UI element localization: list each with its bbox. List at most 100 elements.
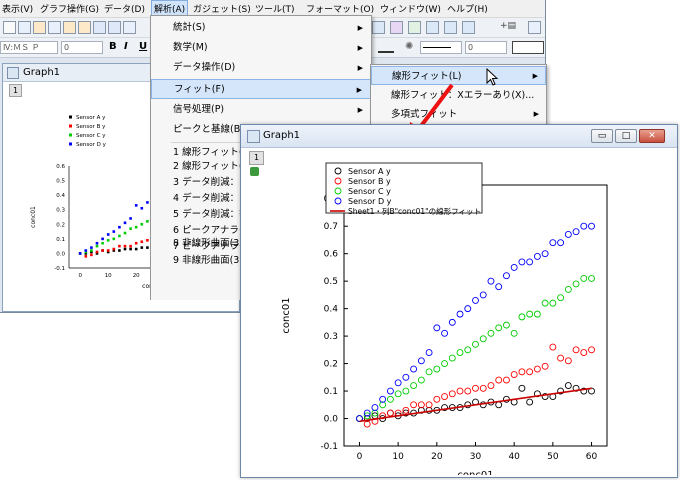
data-point (588, 346, 595, 354)
data-point (502, 376, 510, 384)
data-point (541, 299, 549, 307)
bg-legend-label: Sensor A y (76, 115, 106, 121)
y-tick-label: -0.1 (320, 442, 338, 452)
data-point (510, 263, 518, 271)
bg-data-point (95, 244, 99, 248)
data-point (549, 343, 557, 351)
add-column-icon[interactable]: +▤ (500, 21, 516, 34)
submenu-arrow-icon: ▶ (532, 72, 538, 80)
bg-data-point (118, 249, 121, 252)
recent-item-9[interactable]: 9 非線形曲面(3D) (173, 252, 250, 266)
menu-item-data-manipulation[interactable]: データ操作(D) ▶ (151, 58, 371, 78)
bg-data-point (140, 246, 144, 249)
data-point (448, 354, 456, 362)
graph-window[interactable]: Graph1 ▭ □ ✕ 1 0 10 20 30 40 50 60 -0.1 0.0 0.1 0.… (240, 124, 678, 478)
layer-icon[interactable] (390, 21, 403, 34)
menu-data[interactable]: データ(D) (104, 2, 145, 15)
submenu-arrow-icon: ▶ (356, 86, 362, 94)
open-icon[interactable] (63, 21, 76, 34)
minimize-button[interactable]: ▭ (591, 129, 613, 143)
bg-data-point (146, 246, 149, 249)
bg-data-point (129, 217, 132, 220)
maximize-button[interactable]: □ (615, 129, 637, 143)
pattern-icon[interactable]: ✺ (405, 41, 413, 52)
menu-gadget[interactable]: ガジェット(S) (193, 2, 251, 15)
fill-color-swatch[interactable] (512, 41, 544, 54)
window-icon[interactable] (444, 21, 457, 34)
bg-legend-marker (69, 115, 72, 119)
menu-item-mathematics[interactable]: 数学(M) ▶ (151, 38, 371, 58)
data-point (448, 318, 456, 326)
menu-format[interactable]: フォーマット(O) (306, 2, 374, 15)
data-point (526, 398, 534, 406)
undo-icon[interactable] (3, 21, 16, 34)
table-icon[interactable] (528, 21, 541, 34)
background-layer-tab[interactable]: 1 (9, 84, 22, 97)
notes-icon[interactable] (462, 21, 475, 34)
bg-y-tick-label: 0.1 (56, 237, 65, 243)
data-point (487, 329, 495, 337)
data-point (386, 387, 394, 395)
line-style-combo[interactable] (420, 41, 462, 54)
graph-icon[interactable] (426, 21, 439, 34)
data-point (386, 395, 394, 403)
bg-y-tick-label: 0.6 (56, 164, 65, 170)
underline-button[interactable]: U (139, 41, 147, 52)
data-point (557, 294, 565, 302)
tree-icon[interactable] (408, 21, 421, 34)
matrix-icon[interactable] (372, 21, 385, 34)
menu-window[interactable]: ウィンドウ(W) (380, 2, 441, 15)
data-point (410, 401, 418, 409)
data-point (564, 357, 572, 365)
menu-item-fitting[interactable]: フィット(F) ▶ (151, 79, 371, 99)
data-point (487, 277, 495, 285)
new-project-icon[interactable] (18, 21, 31, 34)
graph-window-icon (7, 67, 19, 79)
bg-y-tick-label: 0.3 (56, 208, 65, 214)
menu-item-signal-processing[interactable]: 信号処理(P) ▶ (151, 100, 371, 120)
data-point (402, 373, 410, 381)
line-color-icon[interactable] (378, 43, 394, 53)
recent-item-8[interactable]: 8 非線形曲面(3D) (173, 235, 250, 249)
import-icon[interactable] (123, 21, 136, 34)
menu-tools[interactable]: ツール(T) (255, 2, 295, 15)
data-point (495, 401, 503, 409)
close-button[interactable]: ✕ (639, 129, 665, 143)
italic-button[interactable]: I (124, 41, 128, 52)
submenu-arrow-icon: ▶ (357, 64, 363, 72)
save-icon[interactable] (93, 21, 106, 34)
data-point (510, 329, 518, 337)
data-point (394, 390, 402, 398)
submenu-arrow-icon: ▶ (533, 110, 539, 118)
open-template-icon[interactable] (78, 21, 91, 34)
bg-data-point (106, 249, 110, 252)
data-point (479, 335, 487, 343)
data-point (425, 349, 433, 357)
bg-data-point (146, 220, 149, 223)
data-point (580, 222, 588, 230)
bg-x-tick-label: 10 (105, 273, 112, 279)
data-point (495, 283, 503, 291)
font-size-combo[interactable]: 0 (61, 41, 103, 54)
menu-view[interactable]: 表示(V) (2, 2, 33, 15)
data-point (541, 362, 549, 370)
menu-help[interactable]: ヘルプ(H) (447, 2, 488, 15)
bg-data-point (123, 221, 127, 225)
bg-x-tick-label: 0 (78, 273, 82, 279)
bold-button[interactable]: B (109, 41, 117, 52)
bg-data-point (112, 237, 116, 241)
line-width-combo[interactable]: 0 (465, 41, 507, 54)
data-point (386, 409, 394, 417)
bg-y-tick-label: 0.0 (56, 251, 65, 257)
new-worksheet-icon[interactable] (48, 21, 61, 34)
legend-label: Sensor C y (348, 187, 391, 196)
plot-frame (343, 184, 608, 447)
graph-titlebar[interactable]: Graph1 ▭ □ ✕ (241, 125, 677, 148)
menu-item-statistics[interactable]: 統計(S) ▶ (151, 18, 371, 38)
background-graph-title: Graph1 (23, 67, 61, 78)
new-folder-icon[interactable] (33, 21, 46, 34)
x-tick-label: 60 (586, 452, 598, 462)
save-template-icon[interactable] (108, 21, 121, 34)
font-combo[interactable]: Ⅳ:ＭＳ Ｐ (0, 41, 58, 54)
menu-graph[interactable]: グラフ操作(G) (40, 2, 99, 15)
